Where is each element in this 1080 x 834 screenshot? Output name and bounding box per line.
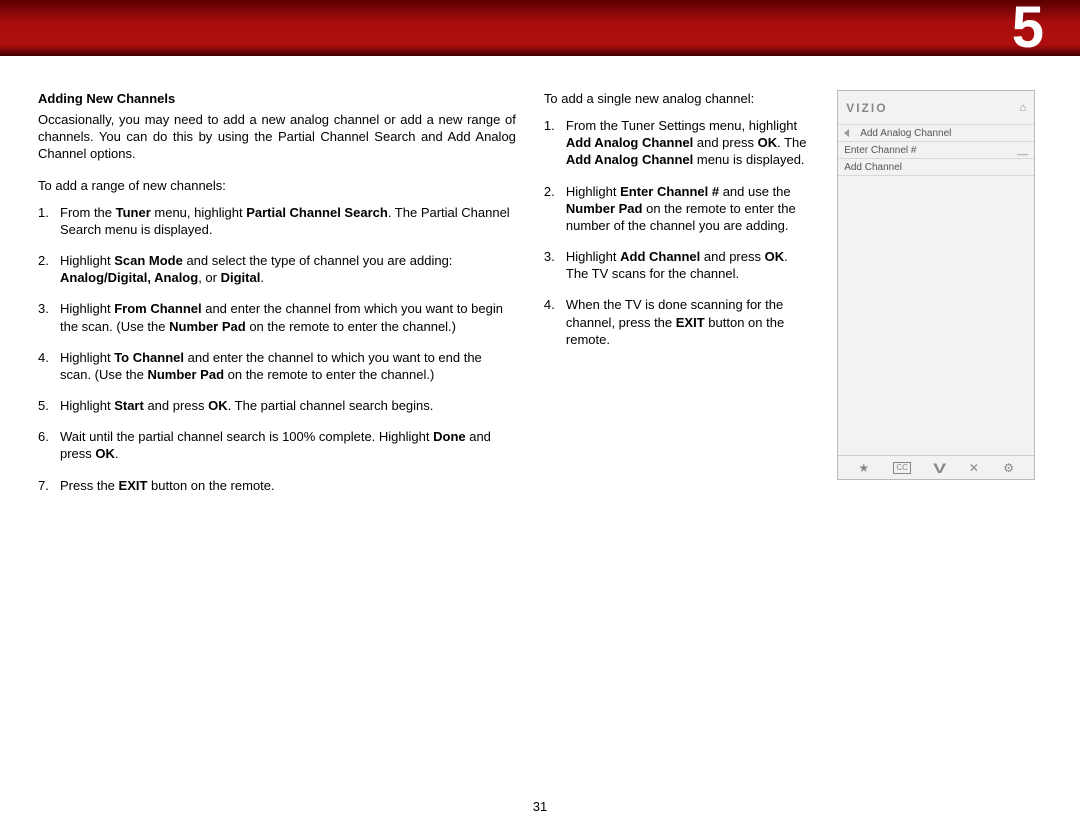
- chapter-number: 5: [1012, 0, 1042, 61]
- page-content: Adding New Channels Occasionally, you ma…: [0, 56, 1080, 508]
- home-icon: ⌂: [1020, 102, 1027, 114]
- list-item: Highlight Scan Mode and select the type …: [38, 252, 516, 286]
- list-item: Highlight To Channel and enter the chann…: [38, 349, 516, 383]
- tv-row-value: __: [1017, 145, 1028, 156]
- list-item: From the Tuner menu, highlight Partial C…: [38, 204, 516, 238]
- close-icon: [969, 461, 979, 475]
- cc-icon: CC: [893, 462, 911, 474]
- tv-menu-title: Add Analog Channel: [860, 128, 951, 139]
- list-item: Wait until the partial channel search is…: [38, 428, 516, 462]
- tv-menu-row-enter-channel: Enter Channel # __: [838, 141, 1034, 159]
- intro-paragraph: Occasionally, you may need to add a new …: [38, 111, 516, 162]
- tv-menu-footer: CC V: [838, 455, 1034, 479]
- tv-row-label: Enter Channel #: [844, 145, 916, 156]
- chapter-header-band: 5: [0, 0, 1080, 56]
- list-item: Highlight Enter Channel # and use the Nu…: [544, 183, 809, 234]
- tv-brand-logo: VIZIO: [846, 101, 887, 115]
- tv-menu-row-add-channel: Add Channel: [838, 158, 1034, 176]
- page-number: 31: [0, 799, 1080, 814]
- list-item: Highlight From Channel and enter the cha…: [38, 300, 516, 334]
- list-item: From the Tuner Settings menu, highlight …: [544, 117, 809, 168]
- column-middle: To add a single new analog channel: From…: [544, 90, 809, 508]
- list-item: Highlight Add Channel and press OK. The …: [544, 248, 809, 282]
- list-item: Press the EXIT button on the remote.: [38, 477, 516, 494]
- tv-menu-title-row: Add Analog Channel: [838, 124, 1034, 142]
- back-icon: [844, 129, 849, 137]
- lead-line: To add a range of new channels:: [38, 177, 516, 194]
- v-icon: V: [933, 460, 946, 476]
- gear-icon: [1003, 461, 1014, 475]
- list-item: When the TV is done scanning for the cha…: [544, 296, 809, 347]
- list-item: Highlight Start and press OK. The partia…: [38, 397, 516, 414]
- star-icon: [858, 461, 869, 475]
- steps-list-mid: From the Tuner Settings menu, highlight …: [544, 117, 809, 348]
- lead-line: To add a single new analog channel:: [544, 90, 809, 107]
- steps-list-left: From the Tuner menu, highlight Partial C…: [38, 204, 516, 494]
- section-heading: Adding New Channels: [38, 90, 516, 107]
- tv-menu-mockup: VIZIO ⌂ Add Analog Channel Enter Channel…: [837, 90, 1035, 480]
- column-left: Adding New Channels Occasionally, you ma…: [38, 90, 516, 508]
- tv-menu-header: VIZIO ⌂: [838, 91, 1034, 125]
- tv-row-label: Add Channel: [844, 162, 902, 173]
- column-right: VIZIO ⌂ Add Analog Channel Enter Channel…: [837, 90, 1042, 508]
